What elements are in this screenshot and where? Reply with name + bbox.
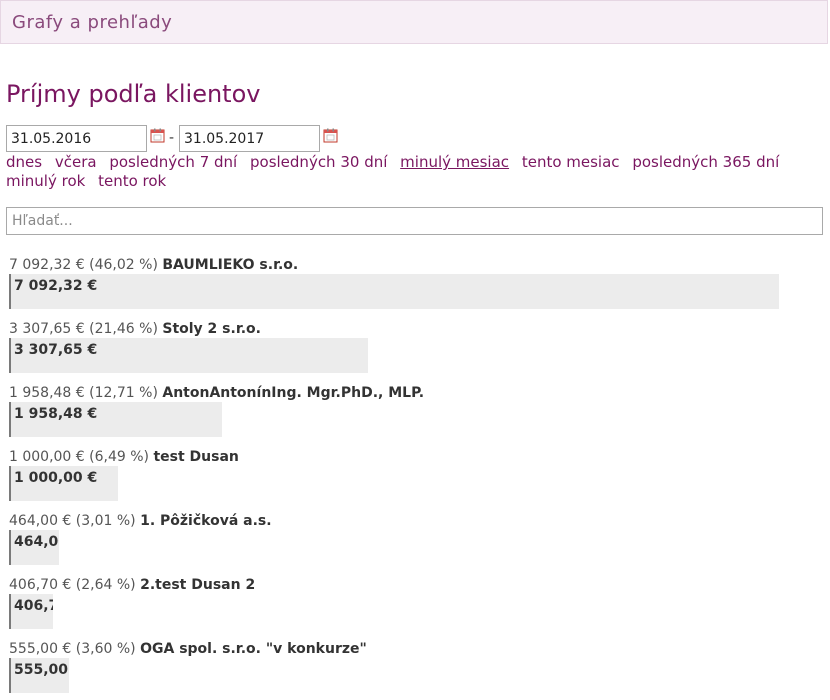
client-bar-value: 7 092,32 €: [14, 278, 98, 294]
client-label: 406,70 € (2,64 %) 2.test Dusan 2: [9, 577, 255, 593]
client-label: 3 307,65 € (21,46 %) Stoly 2 s.r.o.: [9, 321, 261, 337]
client-percent: (2,64 %): [71, 577, 141, 593]
client-amount: 406,70 €: [9, 577, 72, 593]
client-revenue-bar: 7 092,32 €: [9, 274, 779, 309]
client-name: AntonAntonínIng. Mgr.PhD., MLP.: [162, 385, 425, 401]
client-amount: 464,00 €: [9, 513, 72, 529]
client-percent: (6,49 %): [84, 449, 154, 465]
client-percent: (3,01 %): [71, 513, 141, 529]
client-label: 555,00 € (3,60 %) OGA spol. s.r.o. "v ko…: [9, 641, 367, 657]
client-label: 7 092,32 € (46,02 %) BAUMLIEKO s.r.o.: [9, 257, 298, 273]
client-revenue-bar: 1 958,48 €: [9, 402, 222, 437]
client-revenue-bar: 464,00 €: [9, 530, 59, 565]
client-name: test Dusan: [153, 449, 239, 465]
client-revenue-bar: 1 000,00 €: [9, 466, 118, 501]
client-name: 1. Pôžičková a.s.: [140, 513, 272, 529]
client-name: Stoly 2 s.r.o.: [162, 321, 261, 337]
client-name: OGA spol. s.r.o. "v konkurze": [140, 641, 367, 657]
client-bar-value: 1 000,00 €: [14, 470, 98, 486]
client-label: 1 000,00 € (6,49 %) test Dusan: [9, 449, 239, 465]
client-name: 2.test Dusan 2: [140, 577, 256, 593]
client-bar-value: 464,00 €: [14, 534, 59, 550]
client-percent: (12,71 %): [84, 385, 163, 401]
client-amount: 555,00 €: [9, 641, 72, 657]
client-bar-value: 555,00 €: [14, 662, 69, 678]
client-bar-value: 1 958,48 €: [14, 406, 98, 422]
client-amount: 1 958,48 €: [9, 385, 85, 401]
client-amount: 1 000,00 €: [9, 449, 85, 465]
client-percent: (21,46 %): [84, 321, 163, 337]
client-percent: (3,60 %): [71, 641, 141, 657]
client-revenue-bar: 406,70 €: [9, 594, 53, 629]
client-name: BAUMLIEKO s.r.o.: [162, 257, 299, 273]
client-bar-value: 406,70 €: [14, 598, 53, 614]
client-bar-value: 3 307,65 €: [14, 342, 98, 358]
client-revenue-list: 7 092,32 € (46,02 %) BAUMLIEKO s.r.o. 7 0…: [0, 0, 830, 700]
client-percent: (46,02 %): [84, 257, 163, 273]
client-amount: 3 307,65 €: [9, 321, 85, 337]
client-label: 1 958,48 € (12,71 %) AntonAntonínIng. Mg…: [9, 385, 424, 401]
client-label: 464,00 € (3,01 %) 1. Pôžičková a.s.: [9, 513, 272, 529]
client-revenue-bar: 3 307,65 €: [9, 338, 368, 373]
client-amount: 7 092,32 €: [9, 257, 85, 273]
client-revenue-bar: 555,00 €: [9, 658, 69, 693]
